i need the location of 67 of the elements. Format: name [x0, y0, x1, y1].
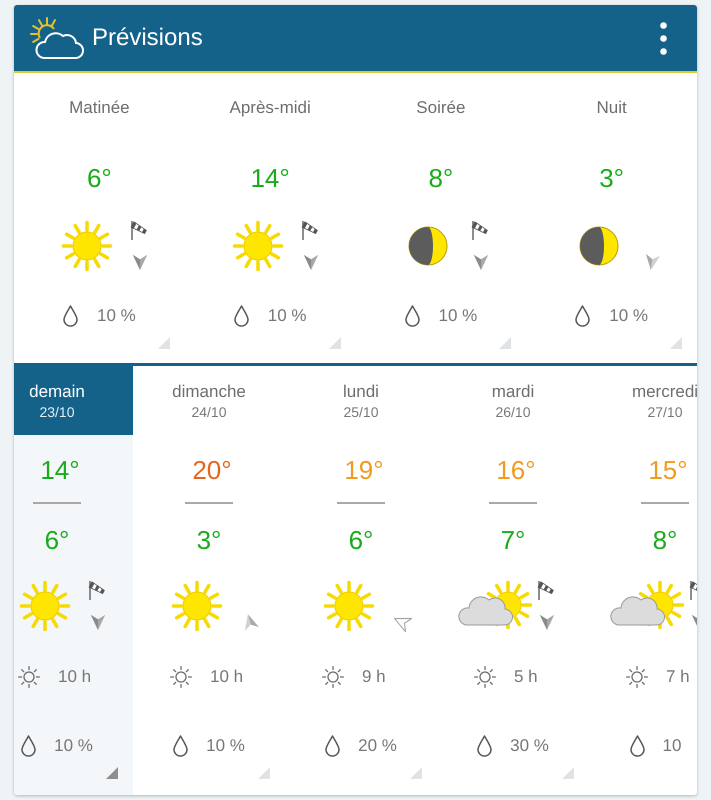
more-icon	[660, 22, 666, 54]
low-temperature: 7°	[500, 526, 526, 554]
day-tab[interactable]: demain 23/10	[14, 366, 133, 435]
precipitation-value: 20 %	[358, 735, 397, 757]
sun-outline-icon	[474, 666, 496, 688]
day-tab[interactable]: lundi 25/10	[285, 366, 437, 435]
sunshine-hours: 9 h	[362, 666, 387, 688]
period-label: Après-midi	[230, 98, 311, 118]
precipitation-value: 10 %	[438, 305, 478, 327]
sun-icon	[18, 580, 70, 632]
sun-icon	[170, 580, 222, 632]
drop-icon	[404, 305, 420, 327]
precipitation-value: 10 %	[97, 305, 136, 327]
low-temperature: 3°	[196, 526, 222, 554]
period-label: Nuit	[596, 98, 627, 118]
moon-icon	[579, 226, 620, 266]
low-temperature: 6°	[44, 526, 70, 554]
sun-cloud-icon	[27, 16, 84, 60]
sunshine-hours: 10 h	[210, 666, 244, 688]
precipitation-value: 10 %	[268, 305, 306, 327]
sun-icon	[60, 220, 113, 272]
drop-icon	[21, 735, 36, 757]
drop-icon	[630, 735, 644, 757]
sun-behind-cloud-icon	[458, 580, 534, 632]
day-tab[interactable]: mardi 26/10	[437, 366, 589, 435]
period-label: Matinée	[69, 98, 130, 118]
period-label: Soirée	[416, 98, 466, 118]
drop-icon	[325, 735, 340, 757]
drop-icon	[63, 305, 78, 327]
high-temperature: 14°	[39, 456, 80, 484]
high-temperature: 19°	[343, 456, 384, 484]
precipitation-value: 30 %	[510, 735, 549, 757]
precipitation-value: 10 %	[609, 305, 648, 327]
high-temperature: 20°	[191, 456, 232, 484]
low-temperature: 8°	[652, 526, 678, 554]
moon-icon	[408, 226, 448, 266]
precipitation-value: 10	[662, 735, 682, 757]
sunshine-hours: 10 h	[58, 666, 92, 688]
high-temperature: 16°	[495, 456, 536, 484]
precipitation-value: 10 %	[206, 735, 245, 757]
sun-outline-icon	[170, 666, 192, 688]
drop-icon	[477, 735, 492, 757]
sunshine-hours: 5 h	[514, 666, 539, 688]
sunshine-hours: 7 h	[666, 666, 691, 688]
temperature: 3°	[599, 164, 624, 192]
sun-outline-icon	[18, 666, 40, 688]
sun-outline-icon	[626, 666, 648, 688]
corner-triangle-icon	[670, 337, 682, 349]
temperature: 14°	[250, 164, 290, 192]
sun-outline-icon	[322, 666, 344, 688]
corner-triangle-icon	[158, 337, 170, 349]
day-tab[interactable]: dimanche 24/10	[133, 366, 285, 435]
drop-icon	[234, 305, 249, 327]
precipitation-value: 10 %	[54, 735, 93, 757]
sun-behind-cloud-icon	[610, 580, 686, 632]
app-title: Prévisions	[92, 24, 203, 52]
drop-icon	[575, 305, 590, 327]
sun-icon	[232, 220, 284, 272]
temperature: 8°	[428, 164, 454, 192]
corner-triangle-icon	[328, 337, 340, 349]
low-temperature: 6°	[348, 526, 374, 554]
high-temperature: 15°	[647, 456, 688, 484]
corner-triangle-icon	[499, 337, 512, 349]
temperature: 6°	[86, 164, 112, 192]
sun-icon	[322, 580, 374, 632]
drop-icon	[173, 735, 188, 757]
day-tab[interactable]: mercredi 27/10	[589, 366, 697, 435]
